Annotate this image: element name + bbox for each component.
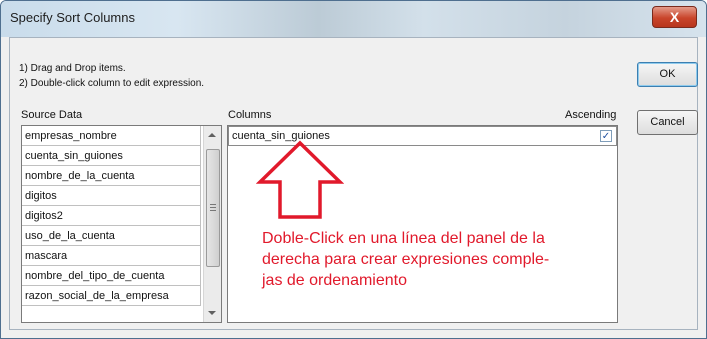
scroll-thumb[interactable]	[206, 149, 220, 267]
grip-line	[210, 204, 216, 205]
source-data-label: Source Data	[21, 109, 83, 121]
list-item[interactable]: mascara	[22, 246, 201, 266]
title-bar[interactable]: Specify Sort Columns X	[1, 1, 706, 37]
annotation-line-3: jas de ordenamiento	[262, 272, 407, 289]
annotation-line-1: Doble-Click en una línea del panel de la	[262, 230, 545, 247]
ascending-label: Ascending	[565, 109, 617, 121]
source-list-scrollbar[interactable]	[203, 126, 221, 322]
grip-line	[210, 207, 216, 208]
list-item[interactable]: digitos2	[22, 206, 201, 226]
close-button[interactable]: X	[652, 6, 697, 28]
columns-label: Columns	[228, 109, 272, 121]
ok-button[interactable]: OK	[637, 62, 698, 87]
dialog-title: Specify Sort Columns	[10, 10, 135, 25]
grip-line	[210, 210, 216, 211]
source-data-list[interactable]: empresas_nombre cuenta_sin_guiones nombr…	[21, 125, 222, 323]
list-item[interactable]: razon_social_de_la_empresa	[22, 286, 201, 306]
annotation-line-2: derecha para crear expresiones comple-	[262, 251, 550, 268]
instruction-line-1: 1) Drag and Drop items.	[19, 63, 126, 74]
cancel-button[interactable]: Cancel	[637, 110, 698, 135]
list-item[interactable]: nombre_del_tipo_de_cuenta	[22, 266, 201, 286]
list-item[interactable]: nombre_de_la_cuenta	[22, 166, 201, 186]
list-item[interactable]: digitos	[22, 186, 201, 206]
list-item[interactable]: uso_de_la_cuenta	[22, 226, 201, 246]
instruction-line-2: 2) Double-click column to edit expressio…	[19, 78, 205, 89]
annotation-text: Doble-Click en una línea del panel de la…	[262, 228, 622, 291]
instructions: 1) Drag and Drop items. 2) Double-click …	[19, 61, 204, 91]
list-item[interactable]: cuenta_sin_guiones	[22, 146, 201, 166]
list-item[interactable]: empresas_nombre	[22, 126, 201, 146]
scroll-up-arrow-icon[interactable]	[208, 133, 216, 137]
ascending-checkbox[interactable]: ✓	[600, 130, 612, 142]
scroll-down-arrow-icon[interactable]	[208, 311, 216, 315]
red-up-arrow-icon	[256, 140, 344, 219]
